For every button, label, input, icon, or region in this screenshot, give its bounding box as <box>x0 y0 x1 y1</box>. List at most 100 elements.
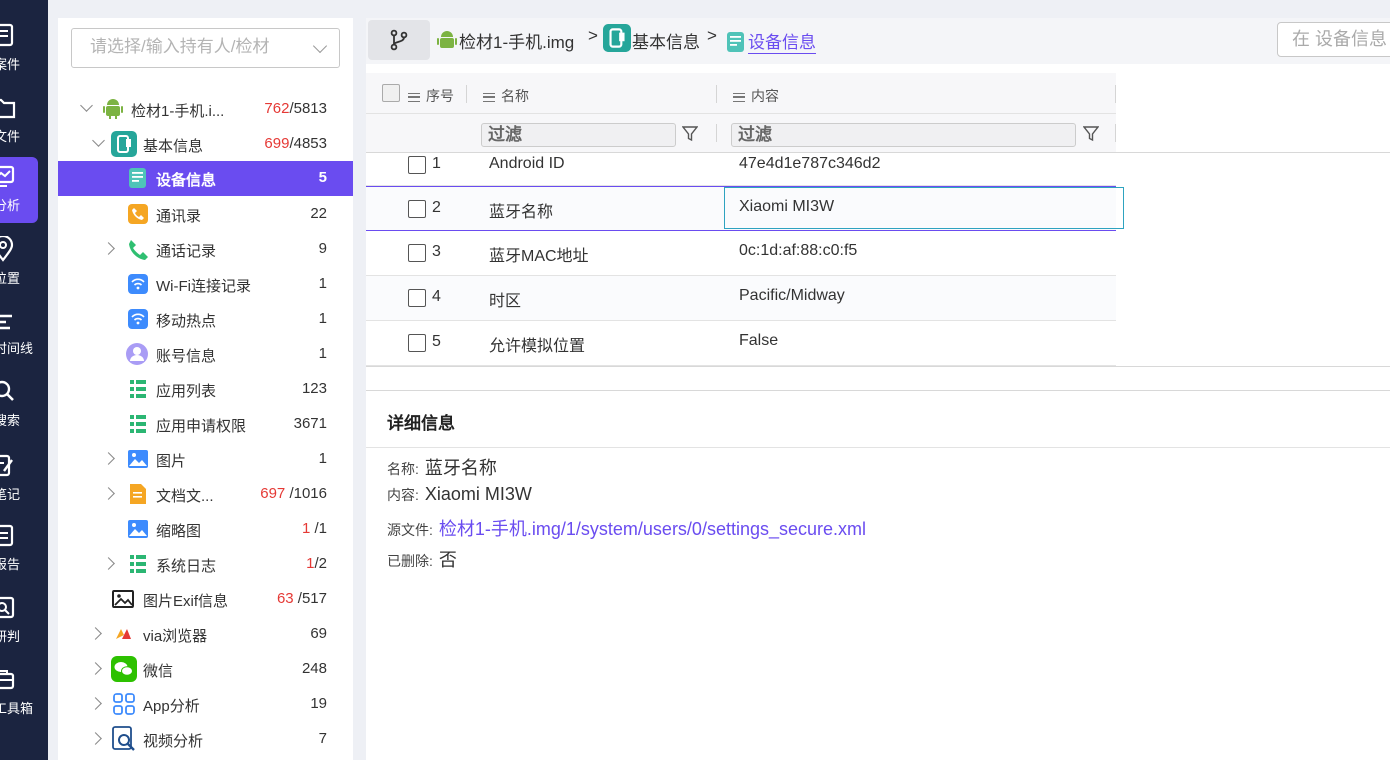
tree-item-call-log[interactable]: 通话记录 9 <box>58 232 353 267</box>
column-divider[interactable] <box>466 85 467 103</box>
content-filter-input[interactable]: 过滤 <box>731 123 1076 147</box>
app-analysis-icon <box>113 693 135 715</box>
tree-item-app-list[interactable]: 应用列表 123 <box>58 372 353 407</box>
nav-file[interactable]: 文件 <box>0 88 48 154</box>
expand-arrow-icon[interactable] <box>102 557 115 570</box>
row-checkbox[interactable] <box>408 156 426 174</box>
tree-item-hotspot[interactable]: 移动热点 1 <box>58 302 353 337</box>
breadcrumb-device-info[interactable]: 设备信息 <box>748 28 816 54</box>
tree-item-thumbnails[interactable]: 缩略图 1 /1 <box>58 512 353 547</box>
column-divider[interactable] <box>716 85 717 103</box>
exif-icon <box>112 590 134 608</box>
tree-item-documents[interactable]: 文档文... 697 /1016 <box>58 477 353 512</box>
table-row-selected[interactable]: 2 蓝牙名称 Xiaomi MI3W <box>366 186 1124 231</box>
detail-name-row: 名称: 蓝牙名称 <box>387 458 497 478</box>
detail-panel: 详细信息 名称: 蓝牙名称 内容: Xiaomi MI3W 源文件: 检材1-手机.i… <box>366 390 1390 760</box>
item-count: 699/4853 <box>264 135 327 152</box>
column-menu-icon[interactable] <box>408 92 420 102</box>
chevron-down-icon[interactable] <box>312 38 328 54</box>
left-nav: 案件 文件 分析 位置 时间线 搜索 笔记 报告 研判 工具箱 <box>0 0 48 760</box>
tree-item-video-analysis[interactable]: 视频分析 7 <box>58 722 353 757</box>
nav-report[interactable]: 报告 <box>0 516 48 582</box>
search-icon <box>0 380 14 401</box>
column-content[interactable]: 内容 <box>733 86 779 106</box>
tree-item-system-log[interactable]: 系统日志 1/2 <box>58 547 353 582</box>
nav-case[interactable]: 案件 <box>0 16 48 82</box>
column-divider <box>716 124 717 142</box>
image-icon <box>128 450 148 468</box>
breadcrumb-basic-info[interactable]: 基本信息 <box>632 28 700 53</box>
expand-arrow-icon[interactable] <box>89 627 102 640</box>
column-name[interactable]: 名称 <box>483 86 529 106</box>
android-icon <box>437 31 457 48</box>
row-checkbox[interactable] <box>408 200 426 218</box>
tree-item-exif[interactable]: 图片Exif信息 63 /517 <box>58 582 353 617</box>
expand-arrow-icon[interactable] <box>102 452 115 465</box>
case-icon <box>0 23 14 47</box>
tree-item-wifi[interactable]: Wi-Fi连接记录 1 <box>58 267 353 302</box>
item-count: 1 <box>318 275 327 292</box>
row-checkbox[interactable] <box>408 334 426 352</box>
row-checkbox[interactable] <box>408 289 426 307</box>
column-index[interactable]: 序号 <box>408 86 454 106</box>
item-count: 22 <box>310 205 327 222</box>
breadcrumb-bar: 检材1-手机.img > 基本信息 > 设备信息 <box>366 18 1390 64</box>
expand-arrow-icon[interactable] <box>102 487 115 500</box>
holder-select[interactable] <box>71 28 340 68</box>
expand-arrow-icon[interactable] <box>89 662 102 675</box>
tree-item-images[interactable]: 图片 1 <box>58 442 353 477</box>
tree-item-wechat[interactable]: 微信 248 <box>58 652 353 687</box>
tree-item-basic-info[interactable]: 基本信息 699/4853 <box>58 127 353 162</box>
nav-search[interactable]: 搜索 <box>0 372 48 438</box>
tree-item-via-browser[interactable]: via浏览器 69 <box>58 617 353 652</box>
nav-timeline[interactable]: 时间线 <box>0 300 48 366</box>
tree-item-app-analysis[interactable]: App分析 19 <box>58 687 353 722</box>
expand-arrow-icon[interactable] <box>89 732 102 745</box>
collapse-arrow-icon[interactable] <box>80 99 93 112</box>
location-icon <box>0 236 14 262</box>
android-icon <box>103 99 123 119</box>
holder-input[interactable] <box>90 29 310 65</box>
table-row[interactable]: 4 时区 Pacific/Midway <box>366 276 1116 321</box>
tree-item-contacts[interactable]: 通讯录 22 <box>58 197 353 232</box>
item-count: 7 <box>318 730 327 747</box>
table-row[interactable]: 1 Android ID 47e4d1e787c346d2 <box>366 154 1116 186</box>
search-input[interactable] <box>1292 23 1390 55</box>
nav-location[interactable]: 位置 <box>0 230 48 296</box>
note-icon <box>0 454 13 477</box>
filter-icon[interactable] <box>682 126 698 142</box>
column-menu-icon[interactable] <box>483 92 495 102</box>
nav-note[interactable]: 笔记 <box>0 446 48 512</box>
collapse-arrow-icon[interactable] <box>92 134 105 147</box>
permission-icon <box>130 415 146 433</box>
device-info-icon <box>129 168 146 188</box>
data-table: 序号 名称 内容 过滤 过滤 1 Android ID 47e4d1e787c3… <box>366 73 1390 367</box>
branch-icon <box>390 29 408 51</box>
source-file-link[interactable]: 检材1-手机.img/1/system/users/0/settings_sec… <box>439 519 866 539</box>
expand-arrow-icon[interactable] <box>102 242 115 255</box>
tree-item-device-info[interactable]: 设备信息 5 <box>58 161 353 196</box>
nav-judge[interactable]: 研判 <box>0 588 48 654</box>
tree-item-app-permissions[interactable]: 应用申请权限 3671 <box>58 407 353 442</box>
toolbox-icon <box>0 670 15 690</box>
phone-icon <box>129 240 148 260</box>
nav-analysis[interactable]: 分析 <box>0 157 38 223</box>
search-box[interactable] <box>1277 22 1390 57</box>
row-checkbox[interactable] <box>408 244 426 262</box>
name-filter-input[interactable]: 过滤 <box>481 123 676 147</box>
table-row[interactable]: 5 允许模拟位置 False <box>366 321 1116 366</box>
table-row[interactable]: 3 蓝牙MAC地址 0c:1d:af:88:c0:f5 <box>366 231 1116 276</box>
nav-toolbox[interactable]: 工具箱 <box>0 660 48 726</box>
video-analysis-icon <box>112 726 135 751</box>
via-browser-icon <box>116 629 131 639</box>
tree-item-account[interactable]: 账号信息 1 <box>58 337 353 372</box>
select-all-checkbox[interactable] <box>382 84 400 102</box>
breadcrumb-evidence[interactable]: 检材1-手机.img <box>459 28 574 53</box>
expand-arrow-icon[interactable] <box>89 697 102 710</box>
filter-icon[interactable] <box>1083 126 1099 142</box>
branch-button[interactable] <box>368 20 430 60</box>
column-menu-icon[interactable] <box>733 92 745 102</box>
wechat-icon <box>111 656 137 682</box>
judge-icon <box>0 596 15 619</box>
tree-item-evidence-phone[interactable]: 检材1-手机.i... 762/5813 <box>58 92 353 127</box>
